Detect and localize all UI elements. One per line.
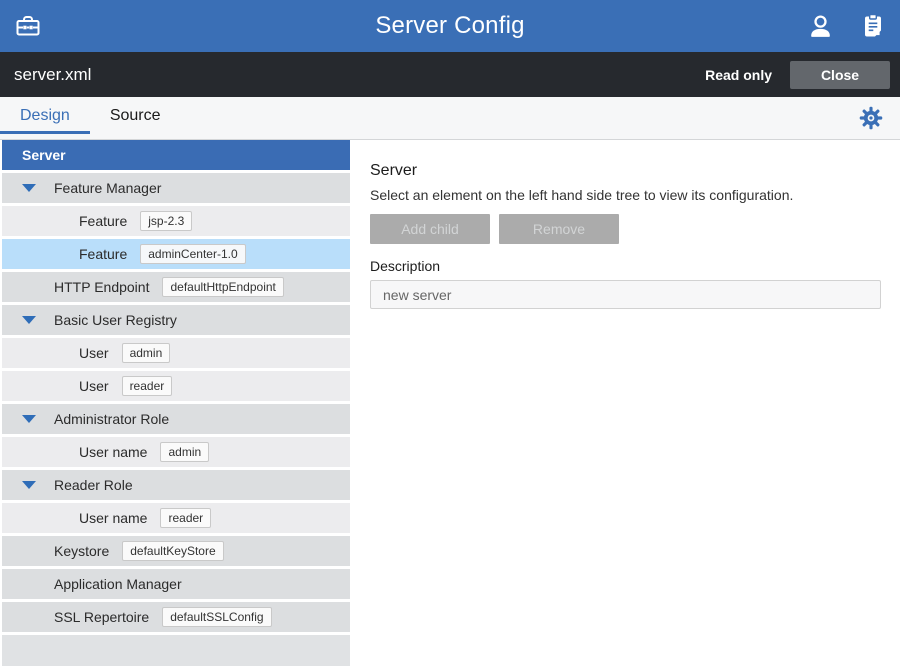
config-tree: Server Feature Manager Feature jsp-2.3 F…	[0, 140, 350, 666]
content-area: Server Feature Manager Feature jsp-2.3 F…	[0, 140, 900, 666]
chevron-down-icon[interactable]	[22, 415, 36, 423]
tree-row[interactable]: SSL Repertoire defaultSSLConfig	[2, 602, 350, 632]
tree-row-label: SSL Repertoire	[54, 609, 149, 625]
tree-row[interactable]: Feature adminCenter-1.0	[2, 239, 350, 269]
read-only-label: Read only	[705, 67, 772, 83]
tree-filler	[2, 635, 350, 666]
file-bar-actions: Read only Close	[705, 61, 890, 89]
tree-row[interactable]: User admin	[2, 338, 350, 368]
description-input[interactable]	[370, 280, 881, 309]
chevron-down-icon[interactable]	[22, 184, 36, 192]
tree-row[interactable]: HTTP Endpoint defaultHttpEndpoint	[2, 272, 350, 302]
toolbar-actions	[807, 13, 886, 40]
tree-row[interactable]: Feature jsp-2.3	[2, 206, 350, 236]
tree-row-badge: admin	[160, 442, 209, 462]
tree-row[interactable]: Basic User Registry	[2, 305, 350, 335]
tree-row-label: Server	[22, 147, 66, 163]
toolbox-icon[interactable]	[14, 12, 42, 40]
detail-panel: Server Select an element on the left han…	[350, 140, 900, 666]
tree-row-badge: reader	[122, 376, 173, 396]
remove-button[interactable]: Remove	[499, 214, 619, 244]
tree-row-label: Basic User Registry	[54, 312, 177, 328]
tree-row[interactable]: User reader	[2, 371, 350, 401]
tree-row-badge: defaultKeyStore	[122, 541, 223, 561]
tree-row-badge: jsp-2.3	[140, 211, 192, 231]
detail-title: Server	[370, 162, 881, 180]
app-root: Server Config server.xml	[0, 0, 900, 666]
close-button[interactable]: Close	[790, 61, 890, 89]
detail-actions: Add child Remove	[370, 214, 881, 244]
tab-bar: Design Source	[0, 97, 900, 140]
top-toolbar: Server Config	[0, 0, 900, 52]
add-child-button[interactable]: Add child	[370, 214, 490, 244]
tree-row-label: Administrator Role	[54, 411, 169, 427]
tree-row-label: Keystore	[54, 543, 109, 559]
tree-row-badge: defaultSSLConfig	[162, 607, 271, 627]
tree-row[interactable]: User name reader	[2, 503, 350, 533]
app-title: Server Config	[0, 12, 900, 40]
tree-row-badge: reader	[160, 508, 211, 528]
tree-row[interactable]: Keystore defaultKeyStore	[2, 536, 350, 566]
file-name: server.xml	[14, 65, 91, 85]
tree-row-label: Feature	[79, 246, 127, 262]
tree-row-label: Reader Role	[54, 477, 133, 493]
tree-row-badge: admin	[122, 343, 171, 363]
tree-row-label: Feature	[79, 213, 127, 229]
tab-source[interactable]: Source	[90, 100, 181, 134]
tab-design[interactable]: Design	[0, 100, 90, 134]
tree-row-label: User	[79, 345, 109, 361]
tree-row[interactable]: Server	[2, 140, 350, 170]
tree-row-label: User name	[79, 444, 147, 460]
tree-row-label: HTTP Endpoint	[54, 279, 149, 295]
tree-row-badge: adminCenter-1.0	[140, 244, 245, 264]
tree-row-badge: defaultHttpEndpoint	[162, 277, 283, 297]
tree-row-label: Feature Manager	[54, 180, 161, 196]
tree-row-label: User name	[79, 510, 147, 526]
chevron-down-icon[interactable]	[22, 316, 36, 324]
tree-row[interactable]: User name admin	[2, 437, 350, 467]
clipboard-icon[interactable]	[860, 13, 886, 39]
user-icon[interactable]	[807, 13, 834, 40]
tree-row[interactable]: Feature Manager	[2, 173, 350, 203]
tree-row[interactable]: Application Manager	[2, 569, 350, 599]
file-bar: server.xml Read only Close	[0, 52, 900, 97]
detail-subtitle: Select an element on the left hand side …	[370, 187, 881, 203]
tree-row-label: Application Manager	[54, 576, 182, 592]
description-label: Description	[370, 258, 881, 274]
gear-icon[interactable]	[858, 105, 884, 131]
tree-row[interactable]: Administrator Role	[2, 404, 350, 434]
tree-row[interactable]: Reader Role	[2, 470, 350, 500]
tree-row-label: User	[79, 378, 109, 394]
chevron-down-icon[interactable]	[22, 481, 36, 489]
